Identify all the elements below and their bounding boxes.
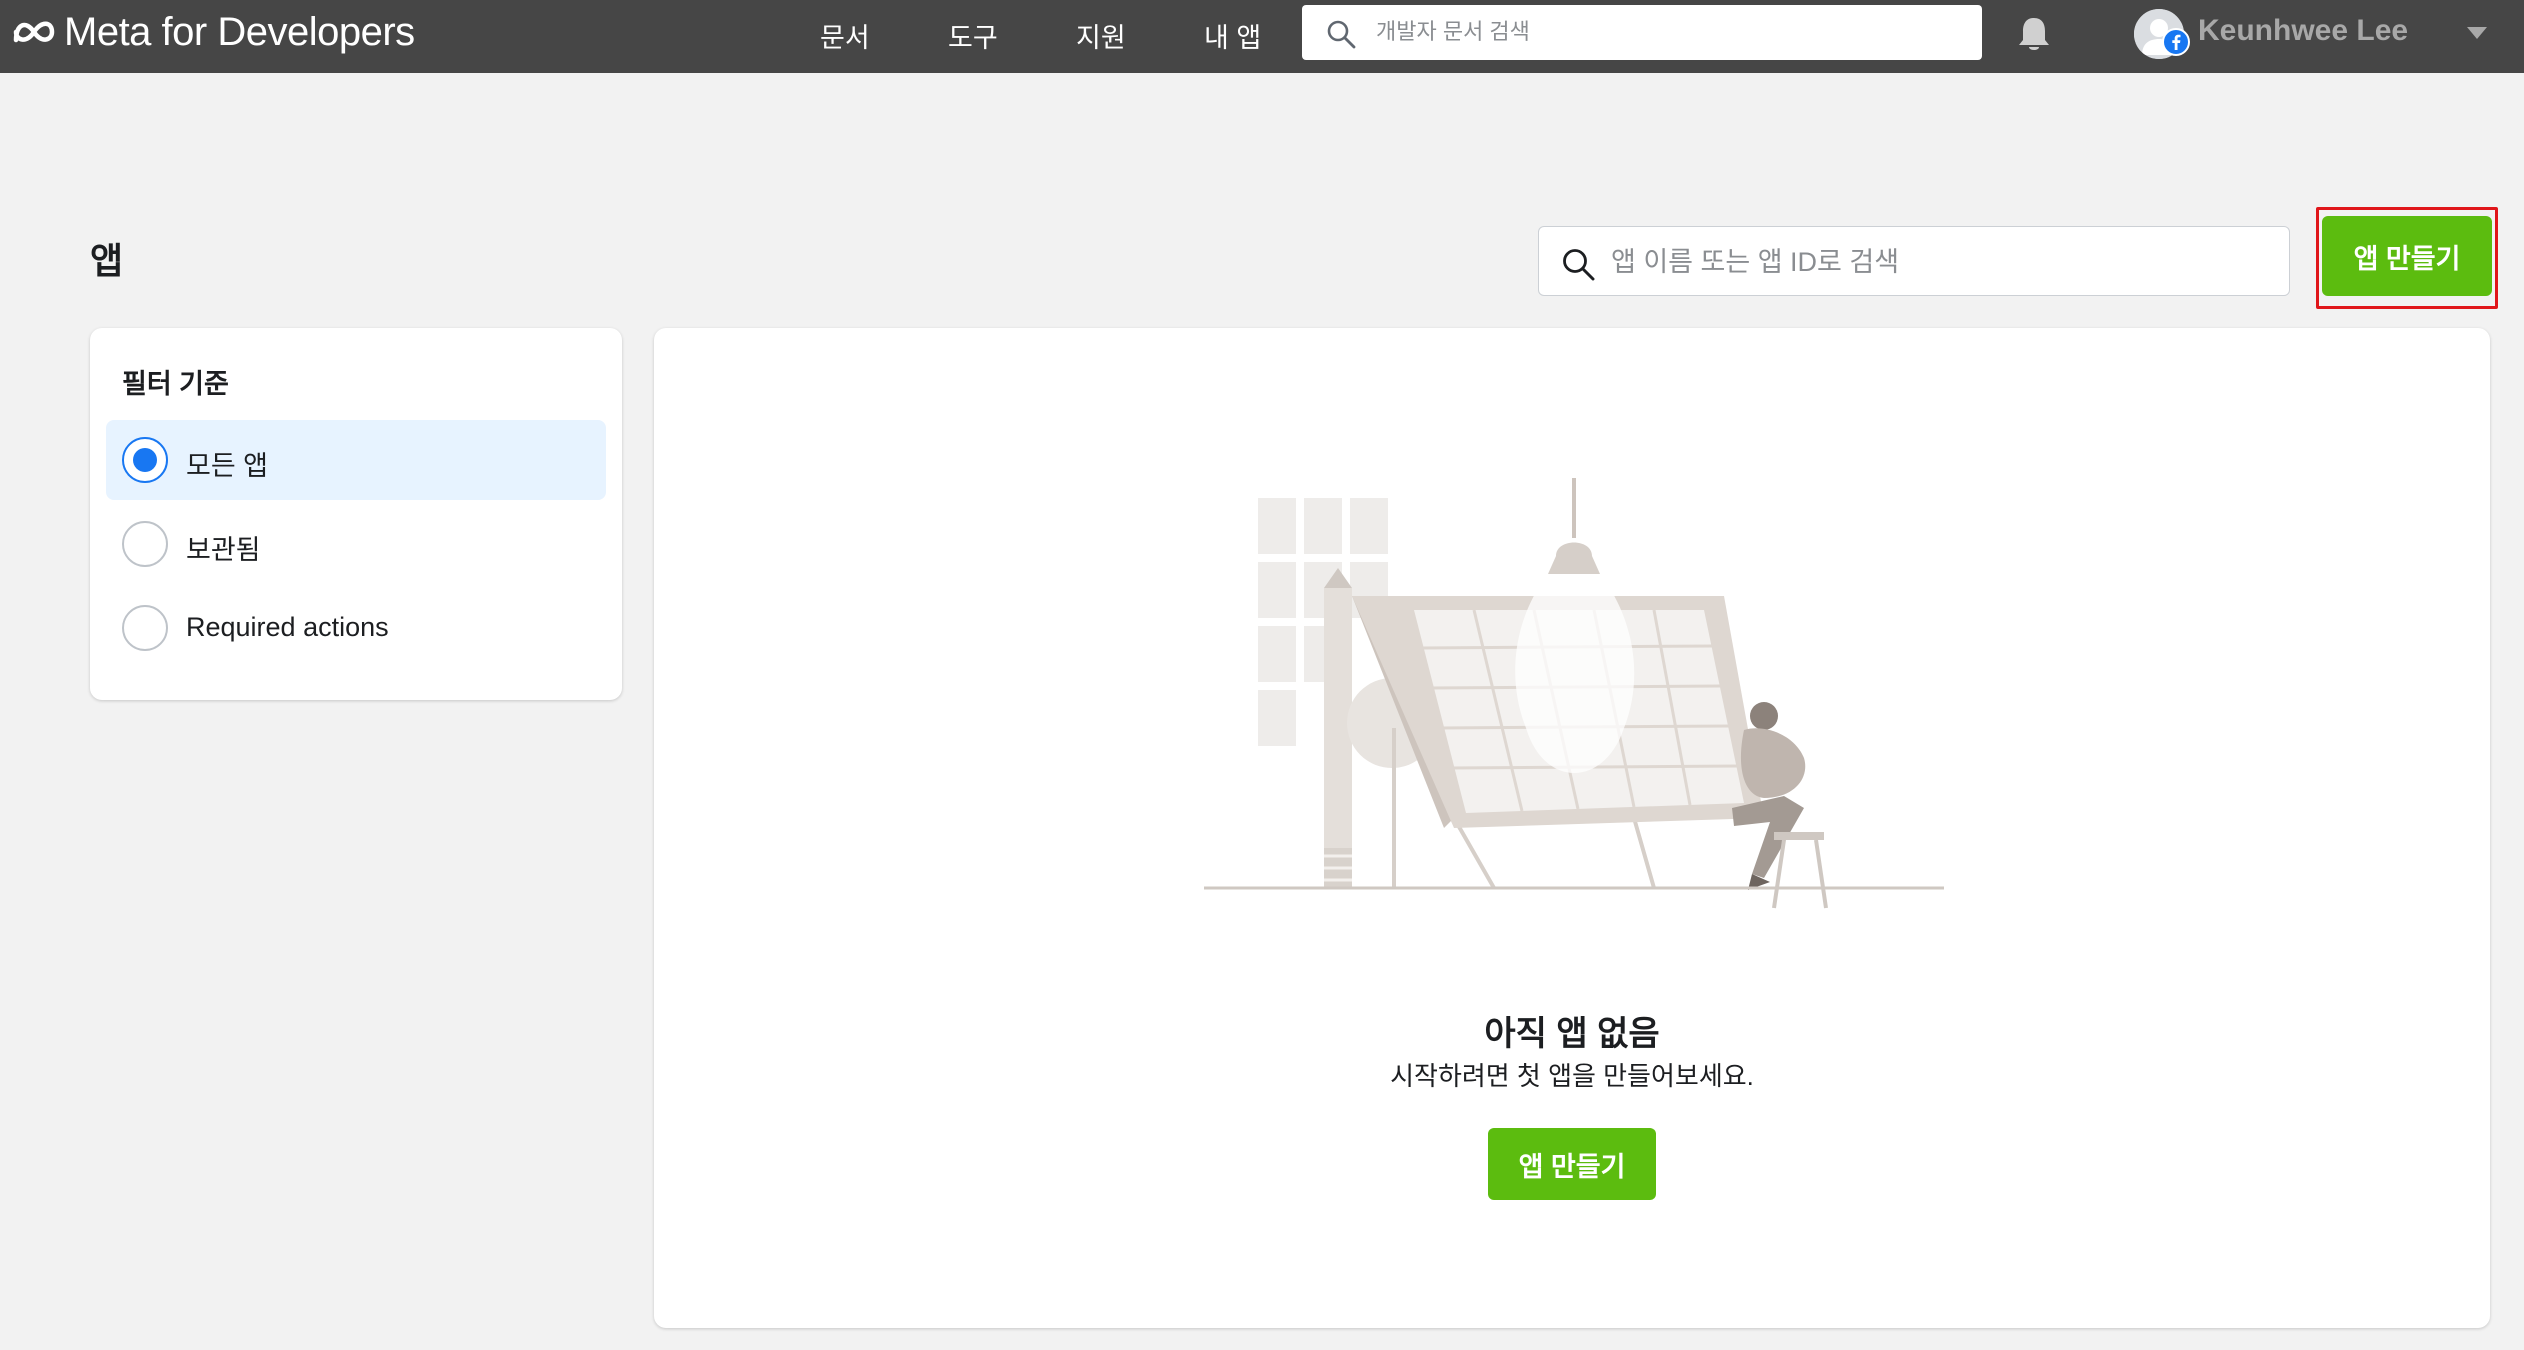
filter-title: 필터 기준 (122, 369, 229, 399)
caret-down-icon[interactable] (2466, 26, 2488, 40)
radio-unselected-icon[interactable] (122, 521, 168, 567)
nav-docs[interactable]: 문서 (820, 16, 870, 55)
filter-panel: 필터 기준 모든 앱 보관됨 Required actions (90, 328, 622, 700)
filter-option-required-actions[interactable]: Required actions (106, 588, 606, 668)
nav-support[interactable]: 지원 (1076, 16, 1126, 55)
empty-state-illustration (1204, 478, 1944, 909)
filter-option-label: Required actions (186, 612, 389, 642)
create-first-app-button[interactable]: 앱 만들기 (1488, 1128, 1656, 1200)
filter-option-all-apps[interactable]: 모든 앱 (106, 420, 606, 500)
empty-state-title: 아직 앱 없음 (1484, 1015, 1660, 1053)
empty-state-subtitle: 시작하려면 첫 앱을 만들어보세요. (1390, 1061, 1754, 1091)
search-icon (1563, 249, 1595, 281)
user-name[interactable]: Keunhwee Lee (2198, 14, 2408, 48)
create-app-button[interactable]: 앱 만들기 (2322, 216, 2492, 296)
filter-option-archived[interactable]: 보관됨 (106, 504, 606, 584)
page-title: 앱 (90, 240, 124, 281)
nav-tools[interactable]: 도구 (948, 16, 998, 55)
search-icon (1327, 20, 1356, 49)
radio-unselected-icon[interactable] (122, 605, 168, 651)
apps-list-panel: 아직 앱 없음 시작하려면 첫 앱을 만들어보세요. 앱 만들기 (654, 328, 2490, 1328)
filter-option-label: 모든 앱 (186, 451, 269, 481)
brand-name: Meta for Developers (64, 10, 415, 54)
app-search-input[interactable] (1609, 241, 2269, 283)
bell-icon[interactable] (2016, 14, 2052, 54)
radio-selected-icon[interactable] (122, 437, 168, 483)
docs-search-input[interactable] (1374, 13, 1964, 51)
meta-infinity-icon (13, 21, 55, 43)
top-navigation-bar: Meta for Developers 문서 도구 지원 내 앱 Keunhwe… (0, 0, 2524, 73)
brand-logo-link[interactable]: Meta for Developers (10, 12, 415, 52)
docs-search-box[interactable] (1302, 5, 1982, 60)
nav-my-apps[interactable]: 내 앱 (1204, 16, 1261, 55)
facebook-badge-icon (2162, 28, 2190, 56)
filter-option-label: 보관됨 (186, 535, 261, 565)
app-search-box[interactable] (1538, 226, 2290, 296)
